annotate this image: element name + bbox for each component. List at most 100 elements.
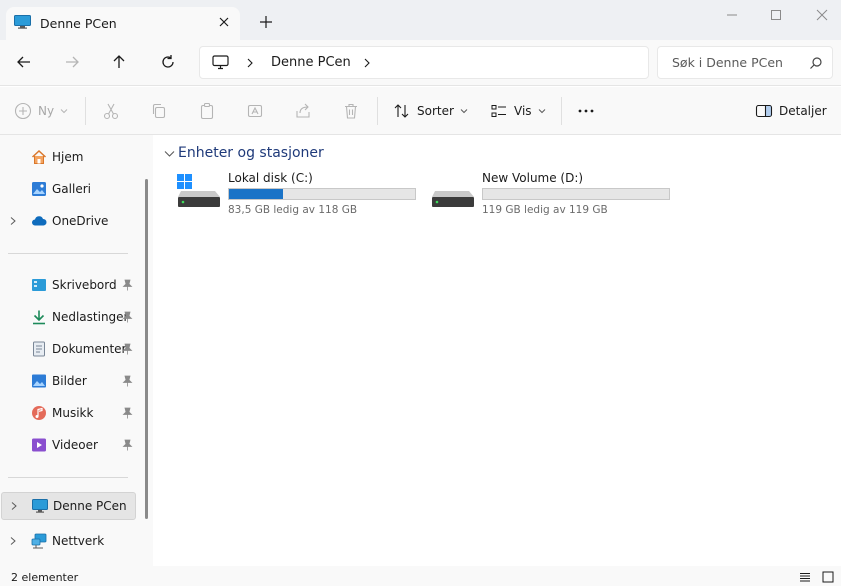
- delete-button[interactable]: [342, 101, 360, 121]
- copy-button[interactable]: [150, 101, 168, 121]
- sidebar-item-label: OneDrive: [52, 214, 109, 228]
- refresh-icon[interactable]: [159, 53, 177, 71]
- sort-icon: [394, 104, 409, 118]
- details-button[interactable]: Detaljer: [755, 101, 827, 121]
- details-view-icon[interactable]: [799, 571, 811, 583]
- computer-icon: [212, 55, 229, 70]
- maximize-icon[interactable]: [769, 8, 783, 22]
- sidebar-item-label: Denne PCen: [53, 499, 127, 513]
- sidebar-scrollbar[interactable]: [145, 179, 148, 519]
- clipboard-icon: [200, 102, 214, 120]
- chevron-right-icon[interactable]: [10, 501, 18, 511]
- chevron-right-icon[interactable]: [9, 536, 17, 546]
- sort-button[interactable]: Sorter: [393, 101, 468, 121]
- close-tab-icon[interactable]: [217, 15, 231, 29]
- new-label: Ny: [38, 104, 55, 118]
- sidebar-item-musikk[interactable]: Musikk: [0, 399, 138, 427]
- status-bar: 2 elementer: [0, 566, 841, 586]
- address-bar[interactable]: Denne PCen: [199, 46, 649, 79]
- drive-item-c[interactable]: Lokal disk (C:) 83,5 GB ledig av 118 GB: [177, 171, 427, 217]
- divider: [377, 97, 378, 125]
- pin-icon[interactable]: [122, 439, 133, 451]
- chevron-down-icon: [60, 109, 68, 114]
- video-icon: [32, 438, 46, 452]
- tab-denne-pcen[interactable]: Denne PCen: [6, 7, 240, 40]
- sidebar-item-skrivebord[interactable]: Skrivebord: [0, 271, 138, 299]
- search-input[interactable]: Søk i Denne PCen: [657, 46, 833, 79]
- details-pane-icon: [755, 104, 773, 118]
- drive-name: New Volume (D:): [482, 171, 584, 185]
- tab-title: Denne PCen: [40, 16, 117, 31]
- navigation-bar: Denne PCen Søk i Denne PCen: [0, 40, 841, 86]
- share-button[interactable]: [294, 101, 312, 121]
- minimize-icon[interactable]: [725, 8, 739, 22]
- details-label: Detaljer: [779, 104, 827, 118]
- new-tab-icon[interactable]: [259, 15, 273, 29]
- sidebar-item-label: Nettverk: [52, 534, 105, 548]
- drive-usage-bar: [228, 188, 416, 200]
- more-options-button[interactable]: [577, 101, 595, 121]
- plus-circle-icon: [14, 102, 32, 120]
- network-icon: [31, 533, 47, 549]
- divider: [561, 97, 562, 125]
- group-header[interactable]: Enheter og stasjoner: [178, 145, 324, 161]
- hard-drive-icon: [432, 191, 474, 207]
- pin-icon[interactable]: [122, 407, 133, 419]
- chevron-right-icon[interactable]: [362, 57, 372, 69]
- pin-icon[interactable]: [122, 311, 133, 323]
- windows-drive-icon: [177, 174, 220, 207]
- scissors-icon: [103, 103, 119, 120]
- back-arrow-icon[interactable]: [15, 53, 33, 71]
- sidebar-item-videoer[interactable]: Videoer: [0, 431, 138, 459]
- sidebar-item-label: Dokumenter: [52, 342, 127, 356]
- paste-button[interactable]: [198, 101, 216, 121]
- chevron-right-icon[interactable]: [9, 216, 17, 226]
- download-icon: [33, 310, 45, 325]
- sidebar-item-label: Hjem: [52, 150, 84, 164]
- close-icon[interactable]: [815, 8, 829, 22]
- view-button[interactable]: Vis: [490, 101, 546, 121]
- pin-icon[interactable]: [122, 343, 133, 355]
- up-arrow-icon[interactable]: [110, 53, 128, 71]
- pin-icon[interactable]: [122, 375, 133, 387]
- rename-icon: [247, 104, 263, 118]
- pin-icon[interactable]: [122, 279, 133, 291]
- chevron-down-icon: [538, 109, 545, 114]
- forward-arrow-icon[interactable]: [63, 53, 81, 71]
- sidebar-item-label: Musikk: [52, 406, 94, 420]
- divider: [8, 253, 128, 254]
- title-bar: Denne PCen: [0, 0, 841, 40]
- sidebar-item-hjem[interactable]: Hjem: [0, 143, 138, 171]
- sidebar-item-label: Videoer: [52, 438, 98, 452]
- more-icon: [578, 109, 594, 113]
- drive-item-d[interactable]: New Volume (D:) 119 GB ledig av 119 GB: [431, 171, 681, 217]
- sidebar-item-dokumenter[interactable]: Dokumenter: [0, 335, 138, 363]
- document-icon: [33, 341, 45, 357]
- tiles-view-icon[interactable]: [822, 571, 834, 583]
- drive-name: Lokal disk (C:): [228, 171, 313, 185]
- sidebar-item-nettverk[interactable]: Nettverk: [0, 527, 138, 555]
- trash-icon: [345, 103, 357, 119]
- sidebar-item-bilder[interactable]: Bilder: [0, 367, 138, 395]
- cut-button[interactable]: [102, 101, 120, 121]
- chevron-right-icon[interactable]: [245, 57, 255, 69]
- divider: [8, 477, 128, 478]
- search-placeholder: Søk i Denne PCen: [672, 55, 783, 70]
- chevron-down-icon[interactable]: [164, 150, 175, 158]
- view-list-icon: [491, 105, 506, 117]
- sidebar-item-galleri[interactable]: Galleri: [0, 175, 138, 203]
- chevron-down-icon: [460, 109, 468, 114]
- sidebar-item-onedrive[interactable]: OneDrive: [0, 207, 138, 235]
- desktop-icon: [32, 279, 46, 291]
- drive-free-space: 119 GB ledig av 119 GB: [482, 204, 608, 216]
- sidebar-item-denne-pcen[interactable]: Denne PCen: [1, 492, 136, 520]
- sidebar-item-label: Bilder: [52, 374, 87, 388]
- sidebar-item-label: Galleri: [52, 182, 91, 196]
- sort-label: Sorter: [417, 104, 454, 118]
- new-button[interactable]: Ny: [14, 101, 68, 121]
- copy-icon: [152, 103, 166, 119]
- view-label: Vis: [514, 104, 532, 118]
- rename-button[interactable]: [246, 101, 264, 121]
- sidebar-item-nedlastinger[interactable]: Nedlastinger: [0, 303, 138, 331]
- breadcrumb[interactable]: Denne PCen: [271, 55, 351, 70]
